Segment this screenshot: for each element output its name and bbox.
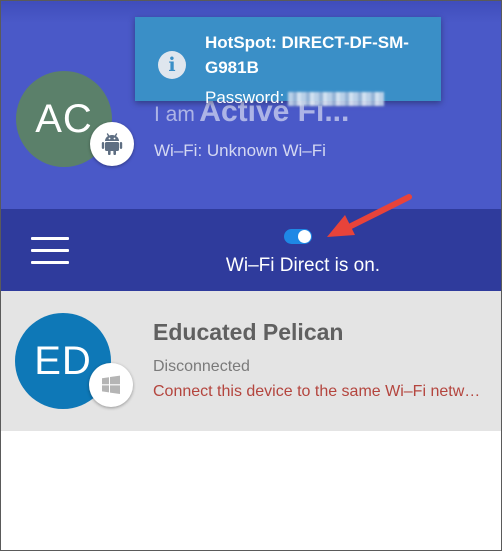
- peer-name: Educated Pelican: [153, 319, 344, 345]
- self-name-prefix: I am: [154, 103, 195, 126]
- peer-avatar-initials: ED: [34, 338, 92, 383]
- peer-hint: Connect this device to the same Wi–Fi ne…: [153, 383, 483, 400]
- hotspot-password: Password:: [205, 88, 385, 108]
- windows-icon: [89, 363, 133, 407]
- switch-knob: [298, 230, 311, 243]
- password-redacted: [288, 91, 385, 106]
- android-icon: [90, 122, 134, 166]
- info-glyph: i: [168, 54, 176, 76]
- hotspot-title: HotSpot: DIRECT-DF-SM-G981B: [205, 33, 409, 77]
- wifi-direct-toggle-bar: Wi–Fi Direct is on.: [1, 209, 501, 291]
- app-window: AC I am Active Fi... Wi–Fi: Unknown Wi–F…: [0, 0, 502, 551]
- peer-connection-state: Disconnected: [153, 358, 250, 375]
- wifi-direct-switch[interactable]: [284, 229, 312, 244]
- password-label: Password:: [205, 88, 285, 107]
- self-wifi-status: Wi–Fi: Unknown Wi–Fi: [154, 141, 326, 160]
- device-list-empty-area: [1, 431, 501, 550]
- list-item[interactable]: ED Educated Pelican Disconnected Connect…: [1, 291, 501, 431]
- wifi-direct-status: Wi–Fi Direct is on.: [225, 255, 381, 276]
- info-icon: i: [158, 51, 186, 79]
- self-avatar-initials: AC: [35, 96, 93, 141]
- annotation-arrow-icon: [327, 194, 412, 237]
- hotspot-notification[interactable]: i HotSpot: DIRECT-DF-SM-G981B Password:: [135, 17, 441, 107]
